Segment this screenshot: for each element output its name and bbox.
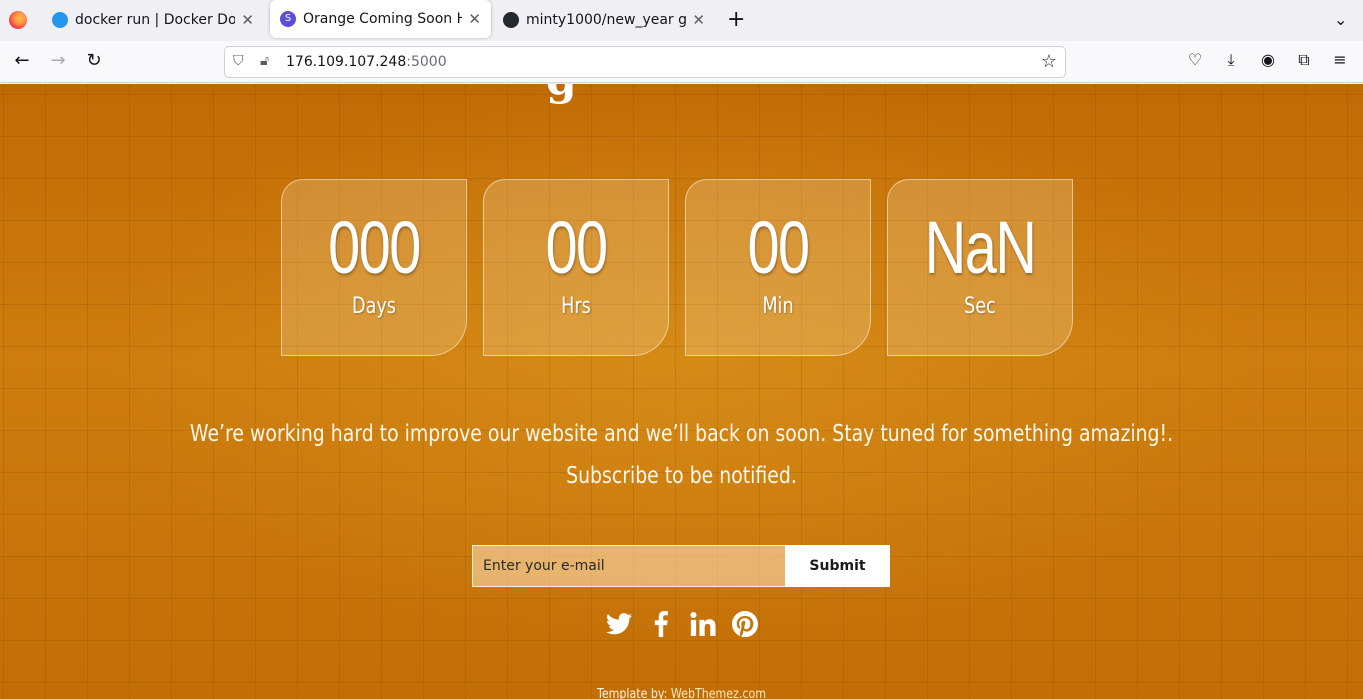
subscribe-note: Subscribe to be notified. [566,463,797,489]
pinterest-icon[interactable] [731,611,758,637]
insecure-lock-icon[interactable]: 🔓︎ [260,53,269,69]
docker-icon [52,12,68,28]
submit-button[interactable]: Submit [785,545,890,587]
tab-orange-coming-soon[interactable]: S Orange Coming Soon HTML ✕ [270,0,491,38]
twitter-icon[interactable] [605,611,632,637]
credit-prefix: Template by: [596,687,668,699]
email-input[interactable] [472,545,785,587]
navigation-toolbar: ← → ↻ ⛉ 🔓︎ 176.109.107.248:5000 ☆ ♡ ⤓ ◉ … [0,41,1363,83]
facebook-icon[interactable] [648,611,674,637]
countdown-label: Sec [964,294,996,319]
forward-icon[interactable]: → [46,50,70,71]
coming-soon-page: g 000 Days 00 Hrs 00 Min NaN Sec We’re w… [0,84,1363,699]
reload-icon[interactable]: ↻ [82,50,106,71]
firefox-icon[interactable] [9,11,27,29]
site-icon: S [280,11,296,27]
url-text[interactable]: 176.109.107.248:5000 [286,54,447,70]
countdown-value: 000 [328,206,421,289]
tab-title: docker run | Docker Docs [75,12,236,28]
countdown-label: Hrs [561,294,591,319]
status-message: We’re working hard to improve our websit… [189,421,1174,447]
countdown-seconds: NaN Sec [887,179,1073,356]
list-all-tabs-icon[interactable]: ⌄ [1334,10,1347,29]
extensions-icon[interactable]: ⧉ [1292,50,1316,70]
tab-strip: docker run | Docker Docs ✕ S Orange Comi… [0,0,1363,41]
close-icon[interactable]: ✕ [241,11,254,29]
bookmark-star-icon[interactable]: ☆ [1041,51,1057,72]
shield-icon[interactable]: ⛉ [233,53,244,69]
countdown-value: 00 [545,206,608,289]
downloads-icon[interactable]: ⤓ [1219,50,1243,70]
url-host: 176.109.107.248 [286,54,407,70]
close-icon[interactable]: ✕ [468,10,481,28]
tab-github-repo[interactable]: minty1000/new_year generator ✕ [493,0,715,40]
github-icon [503,12,519,28]
subscribe-form: Submit [472,545,890,587]
url-port: :5000 [406,54,447,70]
countdown-value: NaN [924,206,1037,289]
countdown-value: 00 [747,206,810,289]
template-credit: Template by: WebThemez.com [102,687,1261,699]
tab-title: minty1000/new_year generator [526,12,687,28]
address-bar[interactable]: ⛉ 🔓︎ 176.109.107.248:5000 ☆ [224,46,1066,78]
countdown-minutes: 00 Min [685,179,871,356]
tile-background [0,84,1363,699]
countdown-label: Min [762,294,794,319]
social-links [0,611,1363,637]
account-icon[interactable]: ◉ [1256,50,1280,69]
pocket-icon[interactable]: ♡ [1183,50,1207,69]
tab-title: Orange Coming Soon HTML [303,11,463,27]
tab-docker-docs[interactable]: docker run | Docker Docs ✕ [42,0,264,40]
countdown-label: Days [352,294,396,319]
credit-link[interactable]: WebThemez.com [671,687,766,699]
countdown-days: 000 Days [281,179,467,356]
countdown-hours: 00 Hrs [483,179,669,356]
close-icon[interactable]: ✕ [692,11,705,29]
headline-fragment: g [546,84,577,105]
menu-icon[interactable]: ≡ [1328,50,1352,69]
new-tab-button[interactable]: + [727,7,745,32]
back-icon[interactable]: ← [10,50,34,71]
linkedin-icon[interactable] [689,611,716,637]
